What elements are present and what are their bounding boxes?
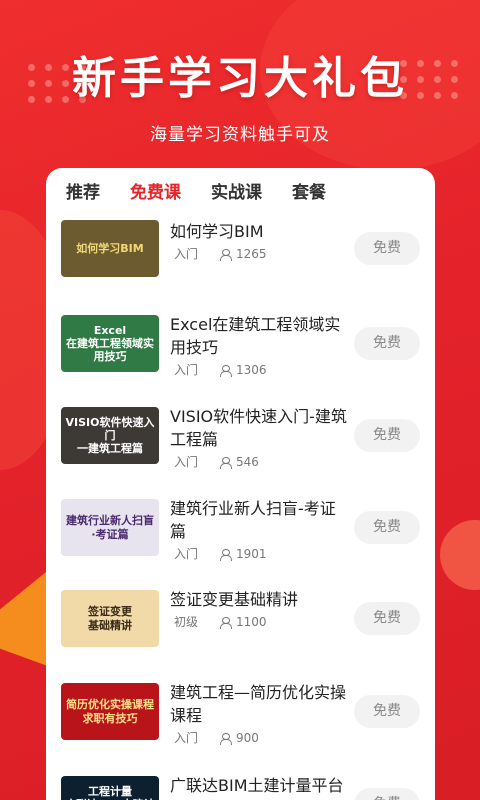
course-level: 初级 bbox=[174, 615, 199, 629]
free-button[interactable]: 免费 bbox=[354, 695, 420, 728]
user-icon bbox=[220, 732, 233, 745]
free-button[interactable]: 免费 bbox=[354, 232, 420, 265]
course-level: 入门 bbox=[174, 455, 199, 469]
hero-banner: 新手学习大礼包 海量学习资料触手可及 bbox=[0, 42, 480, 145]
user-icon bbox=[220, 548, 233, 561]
decor-circle bbox=[440, 520, 480, 590]
course-thumbnail[interactable]: VISIO软件快速入门 一建筑工程篇 bbox=[61, 407, 159, 464]
thumbnail-caption: 工程计量 广联达BIM土建计量平台GTJ2021 bbox=[65, 784, 154, 800]
thumbnail-caption: 如何学习BIM bbox=[76, 241, 144, 255]
course-meta: 入门 546 bbox=[174, 453, 259, 470]
user-icon bbox=[220, 456, 233, 469]
category-tabs: 推荐 免费课 实战课 套餐 bbox=[46, 168, 435, 212]
tab-free-courses[interactable]: 免费课 bbox=[130, 178, 181, 212]
free-button[interactable]: 免费 bbox=[354, 788, 420, 800]
tab-recommended[interactable]: 推荐 bbox=[66, 178, 100, 212]
course-thumbnail[interactable]: 简历优化实操课程 求职有技巧 bbox=[61, 683, 159, 740]
course-title[interactable]: 建筑工程—简历优化实操课程 bbox=[170, 681, 350, 727]
tab-packages[interactable]: 套餐 bbox=[292, 178, 326, 212]
course-thumbnail[interactable]: 建筑行业新人扫盲·考证篇 bbox=[61, 499, 159, 556]
course-meta: 入门 900 bbox=[174, 729, 259, 746]
course-title[interactable]: VISIO软件快速入门-建筑工程篇 bbox=[170, 405, 350, 451]
course-card: 推荐 免费课 实战课 套餐 如何学习BIM 如何学习BIM 入门 1265 免费 Exce… bbox=[46, 168, 435, 800]
thumbnail-caption: 建筑行业新人扫盲·考证篇 bbox=[66, 514, 154, 541]
thumbnail-caption: VISIO软件快速入门 一建筑工程篇 bbox=[65, 415, 155, 456]
course-title[interactable]: 广联达BIM土建计量平台 bbox=[170, 774, 350, 797]
student-count: 1901 bbox=[236, 546, 267, 561]
course-thumbnail[interactable]: 工程计量 广联达BIM土建计量平台GTJ2021 bbox=[61, 776, 159, 800]
course-title[interactable]: 建筑行业新人扫盲-考证篇 bbox=[170, 497, 350, 543]
course-thumbnail[interactable]: Excel 在建筑工程领域实用技巧 bbox=[61, 315, 159, 372]
course-level: 入门 bbox=[174, 363, 199, 377]
course-title[interactable]: Excel在建筑工程领域实用技巧 bbox=[170, 313, 350, 359]
course-thumbnail[interactable]: 签证变更 基础精讲 bbox=[61, 590, 159, 647]
hero-title: 新手学习大礼包 bbox=[72, 53, 408, 104]
course-level: 入门 bbox=[174, 547, 199, 561]
thumbnail-caption: Excel 在建筑工程领域实用技巧 bbox=[66, 323, 154, 364]
hero-subtitle: 海量学习资料触手可及 bbox=[150, 125, 330, 145]
student-count: 546 bbox=[236, 454, 259, 469]
user-icon bbox=[220, 248, 233, 261]
thumbnail-caption: 签证变更 基础精讲 bbox=[88, 605, 132, 632]
thumbnail-caption: 简历优化实操课程 求职有技巧 bbox=[66, 698, 154, 725]
course-meta: 初级 1100 bbox=[174, 613, 267, 630]
course-meta: 入门 1901 bbox=[174, 545, 267, 562]
course-meta: 入门 1306 bbox=[174, 361, 267, 378]
free-button[interactable]: 免费 bbox=[354, 602, 420, 635]
course-level: 入门 bbox=[174, 731, 199, 745]
free-button[interactable]: 免费 bbox=[354, 327, 420, 360]
course-title[interactable]: 如何学习BIM bbox=[170, 220, 350, 243]
student-count: 1265 bbox=[236, 246, 267, 261]
user-icon bbox=[220, 364, 233, 377]
course-thumbnail[interactable]: 如何学习BIM bbox=[61, 220, 159, 277]
student-count: 900 bbox=[236, 730, 259, 745]
free-button[interactable]: 免费 bbox=[354, 511, 420, 544]
course-title[interactable]: 签证变更基础精讲 bbox=[170, 588, 350, 611]
course-level: 入门 bbox=[174, 247, 199, 261]
student-count: 1306 bbox=[236, 362, 267, 377]
course-meta: 入门 1265 bbox=[174, 245, 267, 262]
student-count: 1100 bbox=[236, 614, 267, 629]
user-icon bbox=[220, 616, 233, 629]
tab-practical-courses[interactable]: 实战课 bbox=[211, 178, 262, 212]
free-button[interactable]: 免费 bbox=[354, 419, 420, 452]
